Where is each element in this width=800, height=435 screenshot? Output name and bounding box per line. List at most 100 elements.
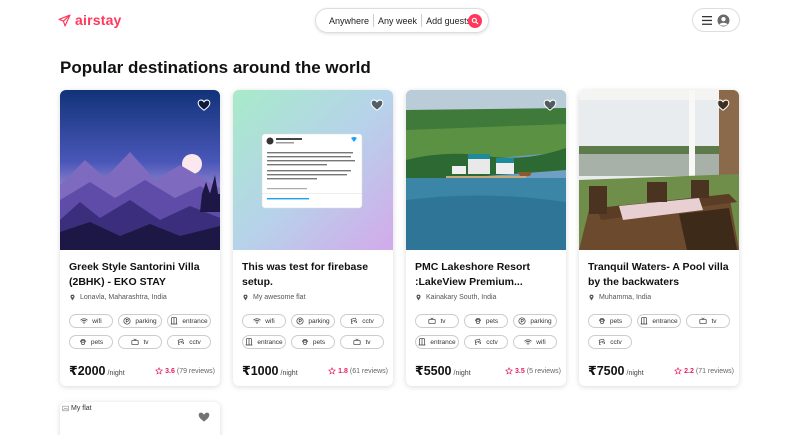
listing-card[interactable]: This was test for firebase setup. My awe… [233,90,393,386]
listing-image[interactable] [579,90,739,250]
broken-image-alt[interactable]: My flat [62,405,92,412]
location-text: My awesome flat [253,294,306,301]
listing-price: ₹2000 [69,364,106,378]
price-unit: /night [453,370,471,377]
user-avatar-icon [717,14,730,26]
amenities-list: wifi parking cctv entrance pets tv [242,314,392,349]
amenity-chip: pets [588,314,632,328]
broken-image-icon [62,405,69,412]
search-anywhere[interactable]: Anywhere [325,16,373,26]
wifi-icon [253,317,261,325]
listing-location: Kainakary South, India [415,294,496,301]
listing-card[interactable]: Greek Style Santorini Villa (2BHK) - EKO… [60,90,220,386]
price-unit: /night [280,370,298,377]
amenity-chip: cctv [464,335,508,349]
star-icon [505,367,513,375]
amenity-chip: parking [118,314,162,328]
tv-icon [353,338,361,346]
amenity-label: parking [530,317,552,325]
amenity-label: wifi [265,317,275,325]
listing-title[interactable]: Tranquil Waters- A Pool villa by the bac… [588,260,734,290]
heart-icon[interactable] [197,410,211,424]
listing-card[interactable]: PMC Lakeshore Resort :LakeView Premium..… [406,90,566,386]
star-icon [155,367,163,375]
listing-title[interactable]: Greek Style Santorini Villa (2BHK) - EKO… [69,260,215,290]
amenity-chip: entrance [637,314,681,328]
amenity-label: pets [485,317,499,325]
amenity-label: cctv [362,317,374,325]
pets-icon [474,317,482,325]
heart-icon[interactable] [716,98,730,112]
user-menu-button[interactable] [692,8,740,32]
entrance-icon [170,317,178,325]
listing-title[interactable]: PMC Lakeshore Resort :LakeView Premium..… [415,260,561,290]
heart-icon[interactable] [543,98,557,112]
listing-price: ₹1000 [242,364,279,378]
amenity-chip: cctv [588,335,632,349]
amenities-list: wifi parking entrance pets tv cctv [69,314,219,349]
amenity-label: entrance [257,338,283,346]
entrance-icon [640,317,648,325]
rating-value: 3.5 [515,367,525,375]
amenity-chip: pets [69,335,113,349]
amenity-chip: tv [415,314,459,328]
price-row: ₹1000/night 1.8 (61 reviews) [242,362,388,380]
price-unit: /night [107,370,125,377]
listing-image[interactable] [406,90,566,250]
heart-icon[interactable] [370,98,384,112]
price-row: ₹5500/night 3.5 (5 reviews) [415,362,561,380]
listing-card[interactable]: Tranquil Waters- A Pool villa by the bac… [579,90,739,386]
listing-rating: 2.2 (71 reviews) [674,367,734,375]
listing-card[interactable]: My flat [60,402,220,435]
price-unit: /night [626,370,644,377]
location-pin-icon [242,294,249,301]
amenity-label: wifi [92,317,102,325]
brand-logo[interactable]: airstay [58,12,122,28]
search-any-week[interactable]: Any week [374,16,421,26]
amenity-chip: parking [513,314,557,328]
listing-price: ₹7500 [588,364,625,378]
wifi-icon [524,338,532,346]
amenity-label: tv [440,317,446,325]
brand-name: airstay [75,12,122,28]
cctv-icon [598,338,606,346]
tv-icon [428,317,436,325]
wifi-icon [80,317,88,325]
amenity-chip: entrance [242,335,286,349]
tv-icon [131,338,139,346]
search-button[interactable] [468,14,482,28]
amenity-chip: wifi [242,314,286,328]
rating-value: 3.6 [165,367,175,375]
amenity-chip: tv [340,335,384,349]
amenity-label: wifi [536,338,546,346]
pets-icon [79,338,87,346]
review-count: (71 reviews) [695,367,734,375]
amenity-chip: cctv [340,314,384,328]
heart-icon[interactable] [197,98,211,112]
amenity-chip: parking [291,314,335,328]
listing-location: My awesome flat [242,294,306,301]
location-pin-icon [588,294,595,301]
listing-location: Muhamma, India [588,294,651,301]
rating-value: 2.2 [684,367,694,375]
price-row: ₹7500/night 2.2 (71 reviews) [588,362,734,380]
listing-image[interactable] [233,90,393,250]
image-alt-text: My flat [71,405,92,412]
amenity-chip: wifi [513,335,557,349]
cctv-icon [474,338,482,346]
amenity-label: cctv [610,338,622,346]
listing-title[interactable]: This was test for firebase setup. [242,260,388,290]
amenity-label: pets [312,338,326,346]
listing-rating: 3.5 (5 reviews) [505,367,561,375]
pets-icon [301,338,309,346]
review-count: (79 reviews) [176,367,215,375]
paper-plane-icon [58,13,71,27]
listing-price: ₹5500 [415,364,452,378]
search-bar[interactable]: Anywhere Any week Add guests [315,8,489,33]
listing-image[interactable] [60,90,220,250]
rating-value: 1.8 [338,367,348,375]
amenity-label: pets [609,317,623,325]
search-icon [471,17,479,25]
amenity-label: entrance [430,338,456,346]
parking-icon [296,317,304,325]
